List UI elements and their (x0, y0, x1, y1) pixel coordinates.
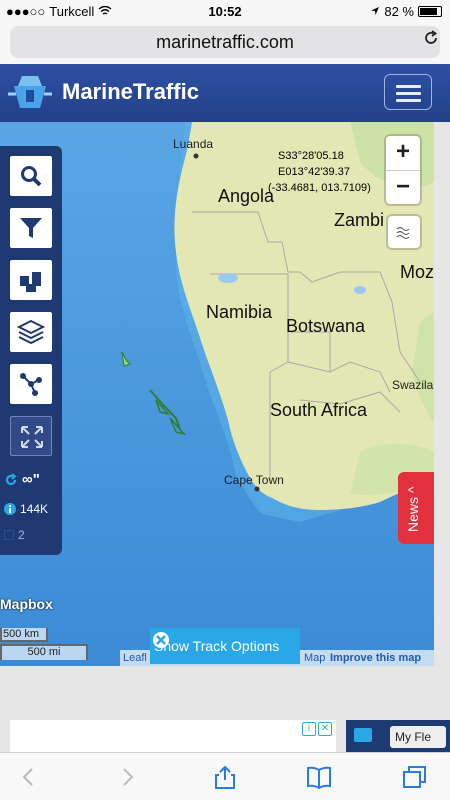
scale-km: 500 km (0, 628, 48, 642)
mapbox-logo[interactable]: Mapbox (0, 596, 53, 612)
browser-toolbar (0, 752, 450, 800)
vessel-count-value: 144K (20, 502, 49, 516)
search-icon (21, 166, 42, 187)
place-mozambique: Moz (400, 262, 434, 282)
scale-mi: 500 mi (0, 644, 88, 660)
back-icon[interactable] (16, 765, 42, 789)
place-angola: Angola (218, 186, 275, 206)
hamburger-line (396, 85, 421, 88)
fleet-button[interactable] (10, 260, 52, 300)
ad-info-icon[interactable]: i (302, 722, 316, 736)
longitude-dms: E013°42'39.37 (278, 166, 350, 178)
map-canvas (0, 122, 434, 666)
url-text: marinetraffic.com (156, 32, 294, 52)
place-south-africa: South Africa (270, 400, 368, 420)
layers-icon (17, 319, 45, 345)
place-namibia: Namibia (206, 302, 273, 322)
leaflet-link[interactable]: Leafl (123, 652, 147, 664)
latitude-dms: S33°28'05.18 (278, 150, 344, 162)
fleet-count-value: 2 (18, 528, 25, 542)
vessel-count: 144K (4, 502, 48, 516)
share-icon[interactable] (212, 765, 238, 789)
battery-icon (418, 6, 442, 17)
info-icon (4, 503, 16, 515)
map-link[interactable]: Map (304, 652, 325, 664)
route-button[interactable] (10, 364, 52, 404)
expand-icon (21, 426, 43, 448)
news-tab[interactable]: News ^ (398, 472, 434, 544)
bookmarks-icon[interactable] (306, 765, 332, 789)
forward-icon[interactable] (114, 765, 140, 789)
fullscreen-button[interactable] (10, 416, 52, 456)
my-fleet-panel[interactable]: My Fle (346, 720, 450, 754)
my-fleet-label[interactable]: My Fle (390, 726, 446, 748)
refresh-indicator[interactable]: ∞" (4, 471, 40, 488)
place-cape-town: Cape Town (224, 473, 284, 487)
tabs-icon[interactable] (402, 765, 428, 789)
ad-banner[interactable]: i ✕ (10, 720, 336, 754)
zoom-out-button[interactable]: − (386, 170, 420, 204)
zoom-control: + − (386, 136, 420, 204)
brand-name[interactable]: MarineTraffic (62, 79, 199, 105)
url-field[interactable]: marinetraffic.com (10, 26, 440, 58)
browser-address-bar: marinetraffic.com (0, 22, 450, 64)
ad-close-icon[interactable]: ✕ (318, 722, 332, 736)
place-luanda: Luanda (173, 137, 214, 151)
vessels-icon (20, 272, 41, 292)
map-toolbar: ∞" 144K 2 (0, 146, 62, 555)
fleet-count: 2 (4, 528, 25, 542)
filter-icon (20, 218, 42, 238)
cursor-coordinates: S33°28'05.18 E013°42'39.37 (-33.4681, 01… (268, 148, 371, 196)
decimal-coordinates: (-33.4681, 013.7109) (268, 182, 371, 194)
hamburger-line (396, 92, 421, 95)
network-icon (20, 373, 42, 396)
battery-percent: 82 % (384, 4, 414, 19)
place-botswana: Botswana (286, 316, 366, 336)
filter-button[interactable] (10, 208, 52, 248)
refresh-icon (5, 472, 17, 485)
status-bar: ●●●○○ Turkcell 10:52 82 % (0, 0, 450, 22)
show-track-options-button[interactable]: Show Track Options (150, 628, 300, 664)
location-icon (370, 4, 380, 19)
ad-controls: i ✕ (302, 722, 332, 736)
reload-icon[interactable] (422, 29, 440, 47)
camera-icon[interactable] (354, 728, 372, 742)
battery-area: 82 % (370, 4, 442, 19)
improve-map-link[interactable]: Improve this map (330, 652, 421, 664)
square-icon (4, 530, 14, 540)
wave-icon (396, 226, 410, 240)
layers-button[interactable] (10, 312, 52, 352)
track-close-icon[interactable] (150, 628, 172, 650)
hamburger-line (396, 99, 421, 102)
screen: ●●●○○ Turkcell 10:52 82 % marinetraffic.… (0, 0, 450, 800)
zoom-in-button[interactable]: + (386, 136, 420, 170)
menu-button[interactable] (384, 74, 432, 110)
search-button[interactable] (10, 156, 52, 196)
marinetraffic-logo-icon[interactable] (8, 72, 52, 114)
weather-layer-button[interactable] (388, 216, 420, 248)
place-swaziland: Swazilar (392, 378, 434, 392)
place-zambia: Zambi (334, 210, 385, 230)
site-header: MarineTraffic (0, 64, 450, 122)
news-label: News ^ (405, 486, 421, 532)
track-options-label: Show Track Options (154, 638, 280, 654)
map-view[interactable]: Luanda Angola Zambi Moz Namibia Botswana… (0, 122, 434, 666)
refresh-label: ∞" (22, 471, 40, 488)
